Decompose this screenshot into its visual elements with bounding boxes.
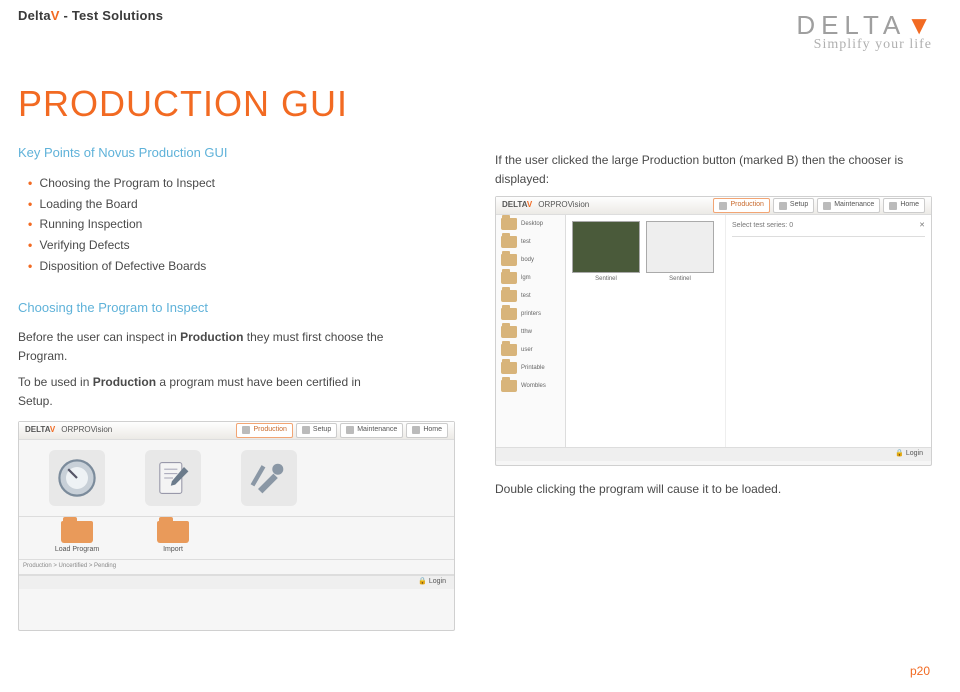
sidebar-item[interactable]: tthw (496, 323, 565, 341)
mock-statusbar: 🔒 Login (19, 575, 454, 589)
folder-import[interactable]: Import (145, 521, 201, 556)
folder-icon (501, 344, 517, 356)
program-thumbnail[interactable]: Sentinel (572, 221, 640, 284)
folder-icon (501, 218, 517, 230)
sidebar-item[interactable]: user (496, 341, 565, 359)
logo: DELTA▼ Simplify your life (796, 6, 932, 53)
gauge-icon[interactable] (49, 450, 105, 506)
screenshot-production-start: DELTAV ORPROVision Production Setup Main… (18, 421, 455, 631)
edit-icon[interactable] (145, 450, 201, 506)
folder-icon (501, 326, 517, 338)
choose-heading: Choosing the Program to Inspect (18, 298, 455, 318)
home-icon (412, 426, 420, 434)
brand-delta: Delta (18, 8, 51, 23)
list-item: Choosing the Program to Inspect (28, 173, 455, 194)
tools-icon[interactable] (241, 450, 297, 506)
folder-icon (501, 380, 517, 392)
folder-icon (157, 521, 189, 543)
sidebar-item[interactable]: test (496, 233, 565, 251)
mock-titlebar: DELTAV ORPROVision Production Setup Main… (496, 197, 931, 215)
sidebar-item[interactable]: Wombles (496, 377, 565, 395)
folder-icon (501, 272, 517, 284)
folder-icon (501, 236, 517, 248)
paragraph: Before the user can inspect in Productio… (18, 328, 398, 365)
program-thumbnail[interactable]: Sentinel (646, 221, 714, 284)
brand-v: V (51, 8, 60, 23)
tab-home[interactable]: Home (406, 423, 448, 438)
folder-icon (501, 362, 517, 374)
login-button[interactable]: 🔒 Login (895, 449, 923, 460)
mock-content-area (19, 574, 454, 575)
sidebar-item[interactable]: lgm (496, 269, 565, 287)
doc-header: DeltaV - Test Solutions (18, 6, 163, 23)
page-title: PRODUCTION GUI (18, 83, 932, 125)
sidebar-item[interactable]: Printable (496, 359, 565, 377)
logo-tagline: Simplify your life (796, 37, 932, 53)
tab-maintenance[interactable]: Maintenance (817, 198, 880, 213)
list-item: Running Inspection (28, 214, 455, 235)
tab-maintenance[interactable]: Maintenance (340, 423, 403, 438)
chooser-sidebar: Desktop test body lgm test printers tthw… (496, 215, 566, 447)
mock-bigicons-row (19, 440, 454, 517)
screenshot-chooser: DELTAV ORPROVision Production Setup Main… (495, 196, 932, 466)
chooser-thumbnails: Sentinel Sentinel (566, 215, 726, 447)
edit-icon (779, 202, 787, 210)
list-item: Disposition of Defective Boards (28, 256, 455, 277)
tab-production[interactable]: Production (713, 198, 769, 213)
mock-brand: DELTAV (502, 199, 532, 211)
thumbnail-image (572, 221, 640, 273)
chooser-detail-panel: Select test series: 0 ✕ (726, 215, 931, 447)
folder-icon (61, 521, 93, 543)
mock-tabs: Production Setup Maintenance Home (236, 423, 448, 438)
thumbnail-image (646, 221, 714, 273)
paragraph: To be used in Production a program must … (18, 373, 398, 410)
tools-icon (823, 202, 831, 210)
folder-icon (501, 290, 517, 302)
sidebar-item[interactable]: body (496, 251, 565, 269)
brand-suffix: - Test Solutions (60, 8, 164, 23)
close-icon[interactable]: ✕ (919, 221, 925, 232)
mock-tabs: Production Setup Maintenance Home (713, 198, 925, 213)
mock-titlebar: DELTAV ORPROVision Production Setup Main… (19, 422, 454, 440)
keypoints-list: Choosing the Program to Inspect Loading … (18, 173, 455, 276)
folder-icon (501, 308, 517, 320)
mock-statusbar: 🔒 Login (496, 447, 931, 461)
paragraph: If the user clicked the large Production… (495, 151, 915, 188)
tab-setup[interactable]: Setup (296, 423, 337, 438)
mock-breadcrumb: Production > Uncertified > Pending (19, 560, 454, 573)
mock-brand: DELTAV (25, 424, 55, 436)
folder-icon (501, 254, 517, 266)
list-item: Verifying Defects (28, 235, 455, 256)
detail-heading: Select test series: 0 ✕ (732, 221, 925, 237)
logo-triangle-icon: ▼ (906, 10, 932, 40)
tab-setup[interactable]: Setup (773, 198, 814, 213)
tab-production[interactable]: Production (236, 423, 292, 438)
sidebar-item[interactable]: printers (496, 305, 565, 323)
edit-icon (302, 426, 310, 434)
list-item: Loading the Board (28, 194, 455, 215)
right-column: If the user clicked the large Production… (495, 143, 932, 631)
mock-folder-row: Load Program Import (19, 517, 454, 561)
folder-load-program[interactable]: Load Program (49, 521, 105, 556)
left-column: Key Points of Novus Production GUI Choos… (18, 143, 455, 631)
tools-icon (346, 426, 354, 434)
login-button[interactable]: 🔒 Login (418, 577, 446, 588)
home-icon (889, 202, 897, 210)
gear-icon (242, 426, 250, 434)
tab-home[interactable]: Home (883, 198, 925, 213)
caption: Double clicking the program will cause i… (495, 480, 932, 499)
sidebar-item[interactable]: test (496, 287, 565, 305)
keypoints-heading: Key Points of Novus Production GUI (18, 143, 455, 163)
gear-icon (719, 202, 727, 210)
mock-app-name: ORPROVision (61, 424, 112, 436)
page-number: p20 (910, 664, 930, 678)
sidebar-item[interactable]: Desktop (496, 215, 565, 233)
mock-app-name: ORPROVision (538, 199, 589, 211)
